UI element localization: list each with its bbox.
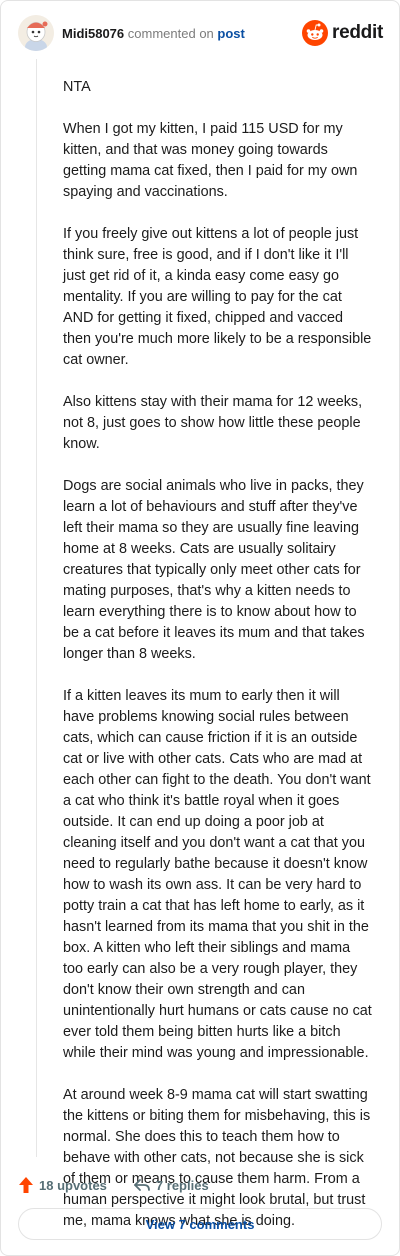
comment-paragraph: Dogs are social animals who live in pack… (63, 478, 365, 662)
upvote-button[interactable]: 18 upvotes (18, 1176, 107, 1194)
comment-paragraph: If you freely give out kittens a lot of … (63, 226, 372, 368)
replies-count: 7 replies (155, 1177, 209, 1193)
reddit-logo[interactable]: reddit (302, 20, 383, 46)
view-comments-button[interactable]: View 7 comments (18, 1208, 382, 1240)
comment-actions: 18 upvotes 7 replies (18, 1173, 378, 1197)
replies-button[interactable]: 7 replies (133, 1177, 209, 1193)
comment-meta: Midi58076 commented on post (62, 26, 245, 41)
thread-line (36, 59, 37, 1157)
comment-paragraph: When I got my kitten, I paid 115 USD for… (63, 121, 358, 200)
avatar[interactable] (18, 15, 54, 51)
reply-arrow-icon (134, 1179, 150, 1191)
action-text: commented on (127, 26, 214, 41)
logo-text: reddit (332, 22, 383, 43)
reddit-logo-icon (302, 20, 329, 46)
author-name[interactable]: Midi58076 (62, 26, 124, 41)
comment-paragraph: NTA (63, 79, 91, 95)
upvote-arrow-icon (19, 1177, 33, 1193)
post-link[interactable]: post (217, 26, 244, 41)
comment-paragraph: Also kittens stay with their mama for 12… (63, 394, 363, 452)
comment-card: Midi58076 commented on post reddit NTA W… (0, 0, 400, 1256)
comment-body: NTA When I got my kitten, I paid 115 USD… (63, 77, 373, 1253)
comment-paragraph: If a kitten leaves its mum to early then… (63, 688, 372, 1061)
comment-header: Midi58076 commented on post reddit (1, 1, 399, 65)
upvote-count: 18 upvotes (39, 1177, 107, 1193)
